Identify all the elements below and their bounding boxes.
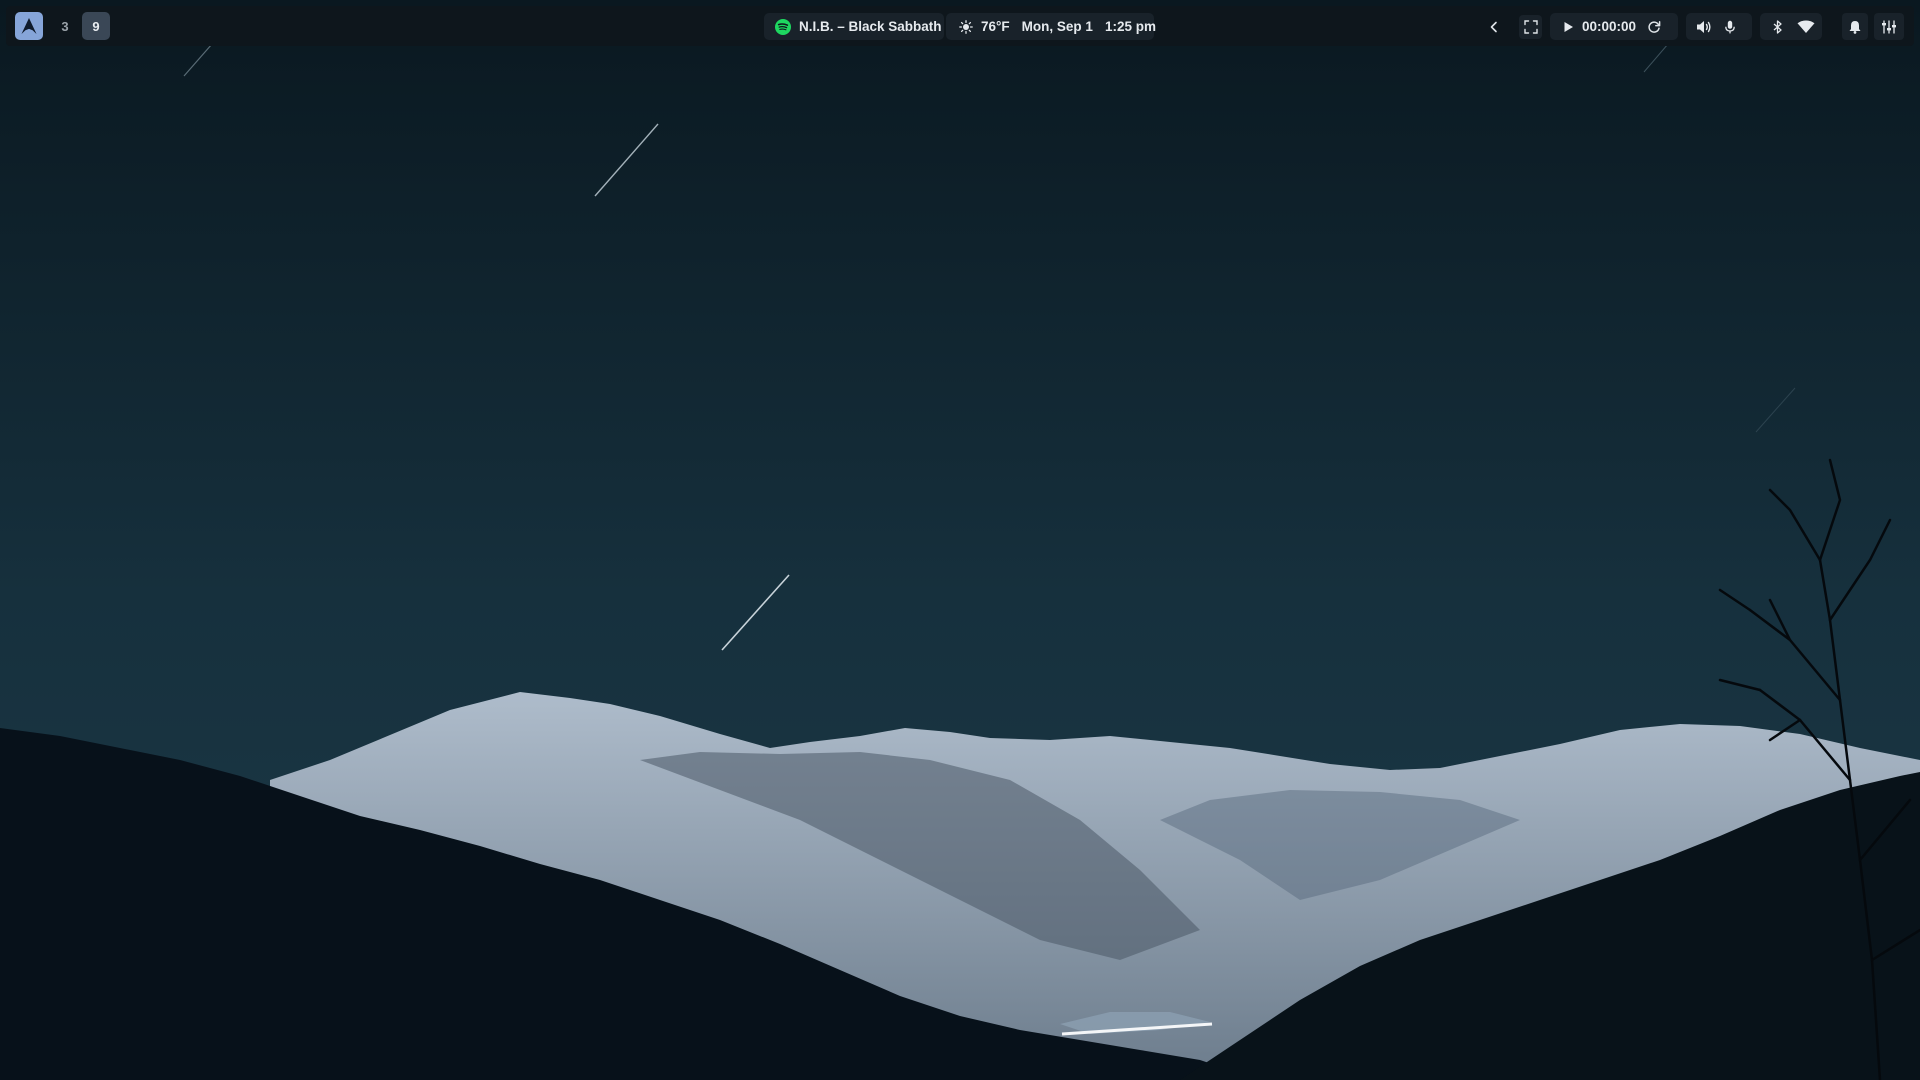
weather-temperature: 76°F [981, 19, 1010, 34]
workspace-label: 3 [61, 18, 69, 34]
clock-time: 1:25 pm [1104, 19, 1156, 34]
system-controls [1828, 13, 1912, 40]
workspace-button-9[interactable]: 9 [82, 12, 110, 40]
wifi-icon[interactable] [1796, 17, 1816, 37]
workspace-button-3[interactable]: 3 [51, 12, 79, 40]
media-track-title: N.I.B. – Black Sabbath [799, 19, 942, 34]
wallpaper-image [0, 0, 1920, 1080]
chevron-left-icon[interactable] [1484, 17, 1503, 37]
spotify-icon [775, 18, 791, 35]
sun-icon [959, 19, 973, 34]
bluetooth-icon[interactable] [1768, 17, 1788, 37]
volume-icon[interactable] [1694, 17, 1714, 37]
recorder-elapsed: 00:00:00 [1582, 19, 1637, 34]
tray-controls [1480, 13, 1542, 40]
microphone-icon[interactable] [1720, 17, 1740, 37]
clock-date: Mon, Sep 1 [1021, 19, 1093, 34]
refresh-icon[interactable] [1644, 17, 1664, 37]
connectivity-widget [1760, 13, 1822, 40]
arch-logo-icon [19, 16, 39, 36]
play-icon[interactable] [1558, 17, 1578, 37]
media-widget[interactable]: N.I.B. – Black Sabbath [764, 13, 944, 40]
desktop-wallpaper [0, 0, 1920, 1080]
top-bar: 3 9 N.I.B. – Black Sabbath 76°F Mon, Sep… [6, 6, 1914, 46]
workspace-label: 9 [92, 18, 100, 34]
fullscreen-icon[interactable] [1519, 14, 1542, 39]
audio-widget [1686, 13, 1752, 40]
workspace-launcher-button[interactable] [15, 12, 43, 40]
clock-widget[interactable]: 76°F Mon, Sep 1 1:25 pm [946, 13, 1156, 40]
bell-icon[interactable] [1842, 13, 1868, 40]
sliders-icon[interactable] [1874, 13, 1904, 40]
recorder-widget: 00:00:00 [1550, 13, 1678, 40]
